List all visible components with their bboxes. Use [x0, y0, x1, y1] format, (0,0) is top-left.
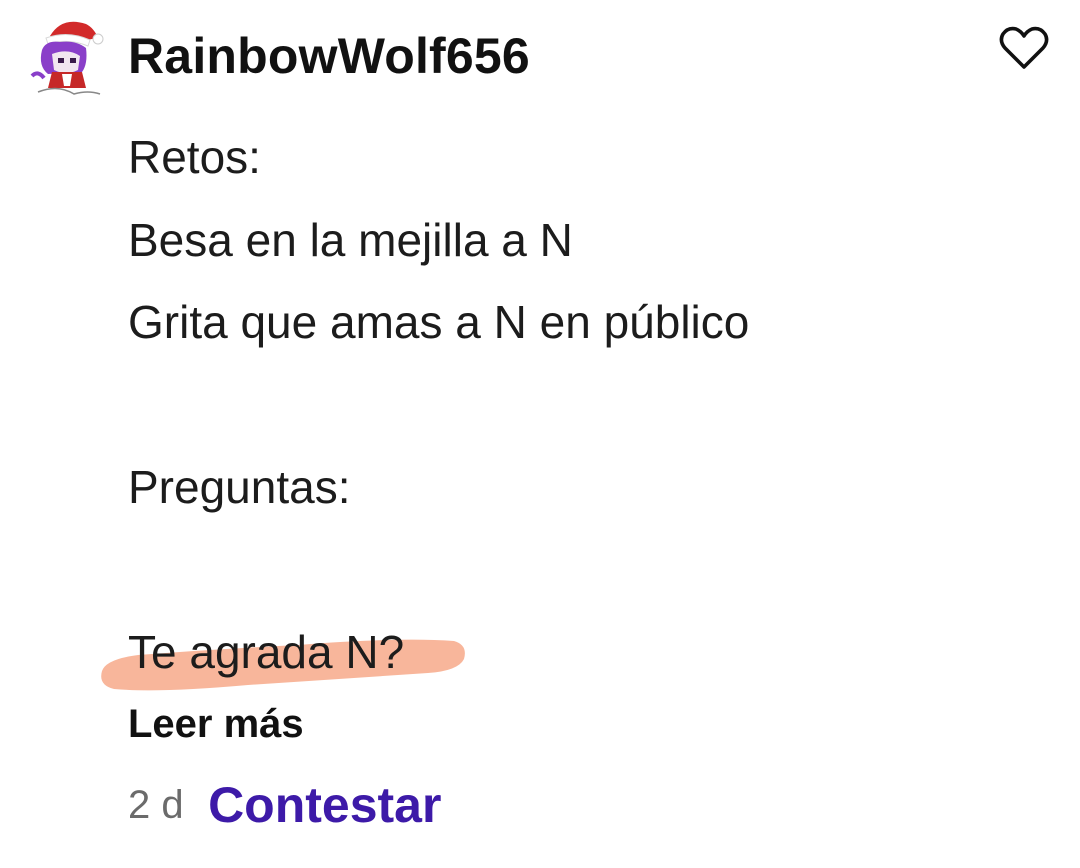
- comment-line: [128, 529, 1028, 612]
- comment-meta: 2 d Contestar: [128, 772, 441, 838]
- like-button[interactable]: [998, 24, 1050, 72]
- comment-timestamp: 2 d: [128, 783, 184, 827]
- comment-line: Retos:: [128, 131, 261, 183]
- highlighted-text: Te agrada N?: [101, 611, 465, 694]
- avatar-image: [30, 21, 104, 95]
- read-more-link[interactable]: Leer más: [128, 696, 304, 752]
- reply-button[interactable]: Contestar: [208, 772, 441, 838]
- comment-line: Preguntas:: [128, 461, 351, 513]
- comment-line: [128, 364, 1028, 447]
- comment-line: Besa en la mejilla a N: [128, 213, 573, 266]
- avatar[interactable]: [28, 14, 106, 98]
- heart-outline-icon: [999, 26, 1049, 69]
- comment-author[interactable]: RainbowWolf656: [128, 26, 530, 86]
- comment-line: Grita que amas a N en público: [128, 296, 750, 348]
- comment-body: Retos: Besa en la mejilla a N Grita que …: [101, 116, 1028, 694]
- comment-line-highlighted: Te agrada N?: [101, 611, 1028, 694]
